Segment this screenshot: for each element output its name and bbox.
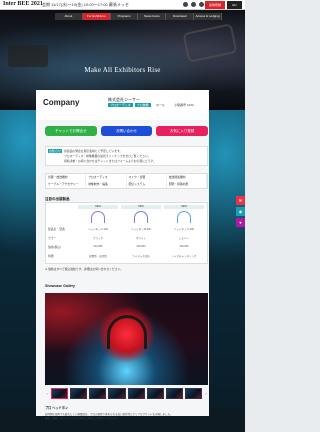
notice-line: プロオーディオ・映像機器の最新ラインナップをぜひご覧ください。 (64, 154, 151, 158)
hero-title: Make All Exhibitors Rise (84, 66, 161, 74)
booth-hall: ホール (156, 103, 166, 107)
nav-item-exhibitors[interactable]: For Exhibitors (82, 13, 111, 20)
event-dates: 会期 11/17(水)〜19(金) 10:00〜17:00 幕張メッセ (42, 2, 129, 7)
gallery-thumb[interactable] (51, 388, 69, 399)
product-color: シルバー (178, 237, 189, 240)
products-note: ※ 価格はすべて税込価格です。詳細はお問い合わせください。 (45, 267, 124, 271)
product-name: ヘッドホン A-100 (88, 228, 108, 231)
heart-icon[interactable]: ♥ (236, 218, 245, 227)
top-bar: Inter BEE 2021 会期 11/17(水)〜19(金) 10:00〜1… (0, 0, 245, 10)
headphones-icon (91, 211, 105, 223)
product-feature: ノイズキャンセリング (171, 255, 197, 258)
headphones-icon (177, 211, 191, 223)
product-description: 配信・収録・モニタリングなど幅広い用途にご利用いただけます。 (45, 417, 120, 420)
category-item[interactable]: 映像制作・編集 (86, 181, 127, 188)
product-color: ホワイト (135, 237, 146, 240)
notice-box: お知らせ 新製品の発表を展示会場にて予定しています。 プロオーディオ・映像機器の… (45, 146, 208, 166)
camera-graphic (8, 45, 48, 67)
category-item[interactable]: プロオーディオ (86, 174, 127, 181)
nav-item-access[interactable]: Access & Lodging (194, 13, 222, 20)
product-badge: NEW (121, 205, 161, 209)
prev-arrow-icon[interactable]: ‹ (45, 391, 49, 396)
product-color: ブラック (92, 237, 103, 240)
products-table: 製品名・型番 カラー 価格(税込) 特徴 NEW ヘッドホン A-100 ブラッ… (45, 202, 208, 264)
product-detail-title: プロ ヘッドホン (45, 406, 69, 410)
row-label: カラー (48, 236, 57, 240)
category-item[interactable]: マイク・音響 (127, 174, 167, 181)
category-item[interactable]: 配信システム (127, 181, 167, 188)
side-floating-buttons: ✉ ◆ ♥ (236, 196, 245, 229)
twitter-icon[interactable] (191, 2, 196, 7)
product-price: ¥18,800 (136, 245, 146, 248)
nav-item-news[interactable]: News Items (138, 13, 167, 20)
category-grid: 音響・放送機材 プロオーディオ マイク・音響 放送関連機材 ケーブル・アクセサリ… (45, 173, 208, 189)
camera-rig-graphic (182, 23, 238, 63)
gallery-heading: Showcase Gallery (45, 284, 75, 288)
product-column[interactable]: NEW ヘッドホン B-200 ホワイト ¥18,800 ワイヤレス対応 (121, 205, 161, 263)
chat-icon[interactable]: ◆ (236, 207, 245, 216)
row-label: 製品名・型番 (48, 227, 65, 231)
nav-item-programs[interactable]: Programs (110, 13, 139, 20)
favorite-button[interactable]: お気に入り登録 (156, 126, 209, 136)
site-logo[interactable]: Inter BEE 2021 (3, 1, 43, 7)
gallery-thumb[interactable] (89, 388, 107, 399)
next-arrow-icon[interactable]: › (204, 391, 208, 396)
gallery-thumb[interactable] (184, 388, 202, 399)
product-badge: NEW (164, 205, 204, 209)
category-item[interactable]: 照明・特殊効果 (167, 181, 207, 188)
gallery-thumb[interactable] (127, 388, 145, 399)
nav-item-about[interactable]: About (55, 13, 83, 20)
gallery-thumbnails: ‹ › (45, 388, 208, 399)
product-feature: 密閉型・高音質 (89, 255, 107, 258)
product-badge: NEW (78, 205, 118, 209)
category-item[interactable]: ケーブル・アクセサリー (46, 181, 87, 188)
company-logo: Company (43, 98, 80, 107)
company-header: Company 株式会社ジーサー プロオーディオ プロ映像 ホール 小間番号 1… (36, 90, 209, 120)
company-tag: プロオーディオ (108, 103, 133, 107)
chat-button[interactable]: チャットでお問合せ (45, 126, 97, 136)
gallery-thumb[interactable] (146, 388, 164, 399)
category-item[interactable]: 音響・放送機材 (46, 174, 87, 181)
notice-line: 新製品の発表を展示会場にて予定しています。 (64, 149, 123, 153)
product-column[interactable]: NEW ヘッドホン C-300 シルバー ¥24,800 ノイズキャンセリング (164, 205, 204, 263)
product-price: ¥24,800 (179, 245, 189, 248)
row-label: 特徴 (48, 254, 54, 258)
product-name: ヘッドホン C-300 (173, 228, 194, 231)
gallery-thumb[interactable] (108, 388, 126, 399)
facebook-icon[interactable] (183, 2, 188, 7)
nav-item-download[interactable]: Download (166, 13, 195, 20)
product-price: ¥12,800 (93, 245, 103, 248)
booth-number: 小間番号 1234 (174, 103, 194, 107)
product-feature: ワイヤレス対応 (132, 255, 150, 258)
language-button[interactable]: EN (227, 1, 242, 9)
gallery-thumb[interactable] (70, 388, 88, 399)
youtube-icon[interactable] (199, 2, 204, 7)
headphones-graphic (107, 315, 147, 349)
main-nav: About For Exhibitors Programs News Items… (55, 13, 222, 20)
row-label: 価格(税込) (48, 245, 62, 249)
mail-icon[interactable]: ✉ (236, 196, 245, 205)
action-buttons: チャットでお問合せ お問い合わせ お気に入り登録 (45, 126, 209, 136)
register-button[interactable]: 来場登録 (205, 1, 225, 9)
headphones-icon (134, 211, 148, 223)
contact-button[interactable]: お問い合わせ (100, 126, 153, 136)
product-name: ヘッドホン B-200 (131, 228, 151, 231)
category-item[interactable]: 放送関連機材 (167, 174, 207, 181)
gallery-main-image[interactable] (45, 293, 208, 385)
company-tag: プロ映像 (134, 103, 151, 107)
product-column[interactable]: NEW ヘッドホン A-100 ブラック ¥12,800 密閉型・高音質 (78, 205, 118, 263)
company-tags: プロオーディオ プロ映像 (108, 103, 151, 107)
notice-line: 資料請求・お問い合わせはチャットまたはフォームよりお気軽にどうぞ。 (64, 159, 157, 163)
notice-tag: お知らせ (48, 149, 62, 153)
gallery-thumb[interactable] (165, 388, 183, 399)
